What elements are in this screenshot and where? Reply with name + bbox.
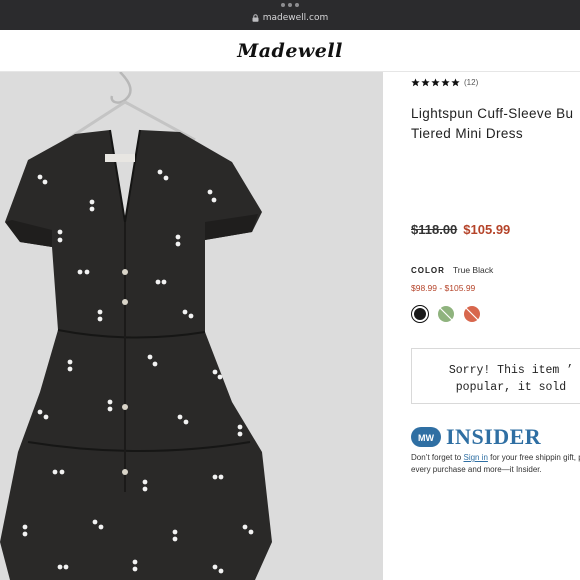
color-label: COLOR <box>411 266 445 275</box>
browser-bar: madewell.com <box>0 0 580 30</box>
price-block: $118.00 $105.99 <box>411 222 510 237</box>
tab-dots-icon[interactable] <box>0 3 580 9</box>
address-bar[interactable]: madewell.com <box>0 13 580 23</box>
mw-badge-icon: MW <box>411 426 441 448</box>
site-header: Madewell <box>0 30 580 72</box>
color-swatches <box>411 305 481 323</box>
swatch-green[interactable] <box>437 305 455 323</box>
product-title: Lightspun Cuff-Sleeve Bu Tiered Mini Dre… <box>411 104 580 144</box>
title-line-1: Lightspun Cuff-Sleeve Bu <box>411 106 574 121</box>
insider-text-before: Don’t forget to <box>411 453 464 462</box>
color-value: True Black <box>452 265 494 275</box>
product-image[interactable] <box>0 72 383 580</box>
mw-badge-text: MW <box>418 433 434 443</box>
insider-banner: MW INSIDER <box>411 424 541 450</box>
insider-heading: INSIDER <box>446 424 542 449</box>
color-row: COLOR True Black <box>411 265 493 275</box>
sale-price: $105.99 <box>463 222 511 237</box>
site-logo[interactable]: Madewell <box>237 40 343 62</box>
stars-icon <box>411 78 460 87</box>
sign-in-link[interactable]: Sign in <box>463 453 487 462</box>
soldout-message: Sorry! This item ’ popular, it sold <box>411 348 580 404</box>
lock-icon <box>252 14 259 22</box>
swatch-black[interactable] <box>411 305 429 323</box>
rating-count: (12) <box>464 78 479 87</box>
title-line-2: Tiered Mini Dress <box>411 126 524 141</box>
product-info: (12) Lightspun Cuff-Sleeve Bu Tiered Min… <box>411 72 580 580</box>
original-price: $118.00 <box>411 222 458 237</box>
url-text: madewell.com <box>262 13 329 23</box>
insider-text: Don’t forget to Sign in for your free sh… <box>411 452 580 476</box>
dress-illustration <box>0 72 272 580</box>
rating[interactable]: (12) <box>411 78 478 87</box>
swatch-coral[interactable] <box>463 305 481 323</box>
price-range: $98.99 - $105.99 <box>411 283 476 293</box>
